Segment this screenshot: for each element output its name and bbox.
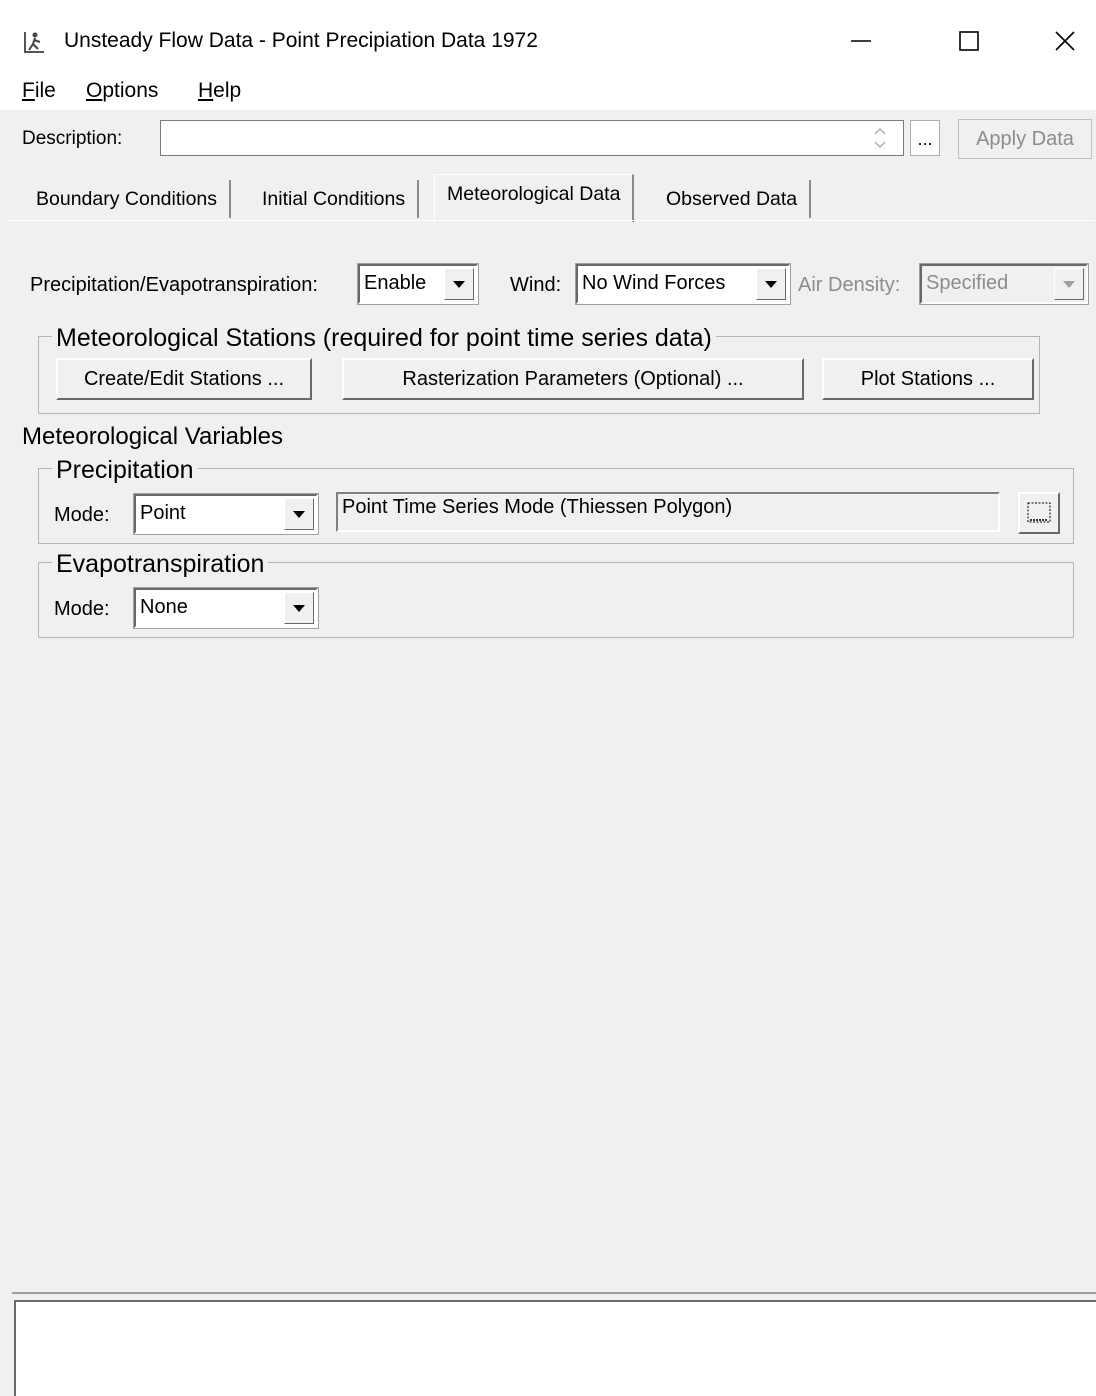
evapotranspiration-group-title: Evapotranspiration (52, 548, 269, 580)
precip-evap-label: Precipitation/Evapotranspiration: (30, 274, 318, 296)
evap-mode-label: Mode: (54, 598, 110, 620)
chevron-down-icon (1054, 268, 1084, 300)
close-icon (1055, 31, 1075, 51)
menu-options-label: ptions (102, 79, 159, 102)
plot-stations-button[interactable]: Plot Stations ... (822, 358, 1034, 400)
spin-arrows-icon (874, 127, 886, 149)
air-density-value: Specified (926, 272, 1009, 294)
chevron-down-icon (284, 592, 314, 624)
description-label: Description: (22, 128, 123, 149)
window-title: Unsteady Flow Data - Point Precipiation … (64, 29, 538, 52)
minimize-button[interactable] (826, 18, 896, 64)
precipitation-group-title: Precipitation (52, 454, 198, 486)
maximize-button[interactable] (934, 18, 1004, 64)
menu-help-label: elp (213, 79, 242, 102)
chevron-down-icon (284, 498, 314, 530)
chevron-down-icon (444, 268, 474, 300)
precip-mode-label: Mode: (54, 504, 110, 526)
evap-mode-value: None (140, 596, 188, 618)
menu-bar (0, 72, 1096, 110)
precip-evap-select[interactable]: Enable (357, 263, 479, 305)
status-splitter[interactable] (12, 1292, 1096, 1294)
maximize-icon (959, 31, 979, 51)
air-density-label: Air Density: (798, 274, 901, 296)
wind-label: Wind: (510, 274, 562, 296)
tab-initial-conditions[interactable]: Initial Conditions (250, 180, 420, 218)
wind-select[interactable]: No Wind Forces (575, 263, 791, 305)
stations-group-title: Meteorological Stations (required for po… (52, 322, 716, 354)
menu-file-label: ile (34, 79, 56, 102)
tab-observed-data[interactable]: Observed Data (654, 180, 812, 218)
evap-mode-select[interactable]: None (133, 587, 319, 629)
menu-file-accel: F (22, 79, 35, 102)
status-message-box (14, 1300, 1096, 1396)
menu-options-accel: O (86, 79, 103, 102)
tab-meteorological-data[interactable]: Meteorological Data (434, 174, 635, 222)
tab-boundary-conditions[interactable]: Boundary Conditions (24, 180, 232, 218)
create-edit-stations-button[interactable]: Create/Edit Stations ... (56, 358, 312, 400)
precip-settings-button[interactable] (1018, 492, 1060, 534)
wind-value: No Wind Forces (582, 272, 726, 294)
menu-help[interactable]: Help (198, 78, 241, 104)
menu-help-accel: H (198, 79, 214, 102)
air-density-select[interactable]: Specified (919, 263, 1089, 305)
description-spinner[interactable] (864, 121, 896, 155)
precip-mode-select[interactable]: Point (133, 493, 319, 535)
precip-mode-value: Point (140, 502, 186, 524)
rasterization-parameters-button[interactable]: Rasterization Parameters (Optional) ... (342, 358, 804, 400)
description-input[interactable] (160, 120, 904, 156)
close-button[interactable] (1030, 18, 1096, 64)
minimize-icon (851, 40, 871, 42)
chevron-down-icon (756, 268, 786, 300)
table-dialog-icon (1027, 502, 1051, 523)
precip-mode-description: Point Time Series Mode (Thiessen Polygon… (336, 492, 1000, 532)
menu-options[interactable]: Options (86, 78, 158, 104)
met-variables-heading: Meteorological Variables (22, 423, 284, 450)
apply-data-button[interactable]: Apply Data (958, 119, 1092, 159)
precip-evap-value: Enable (364, 272, 427, 294)
menu-file[interactable]: File (22, 78, 56, 104)
hec-ras-person-icon[interactable] (20, 28, 48, 56)
description-ellipsis-button[interactable]: ... (910, 120, 940, 156)
